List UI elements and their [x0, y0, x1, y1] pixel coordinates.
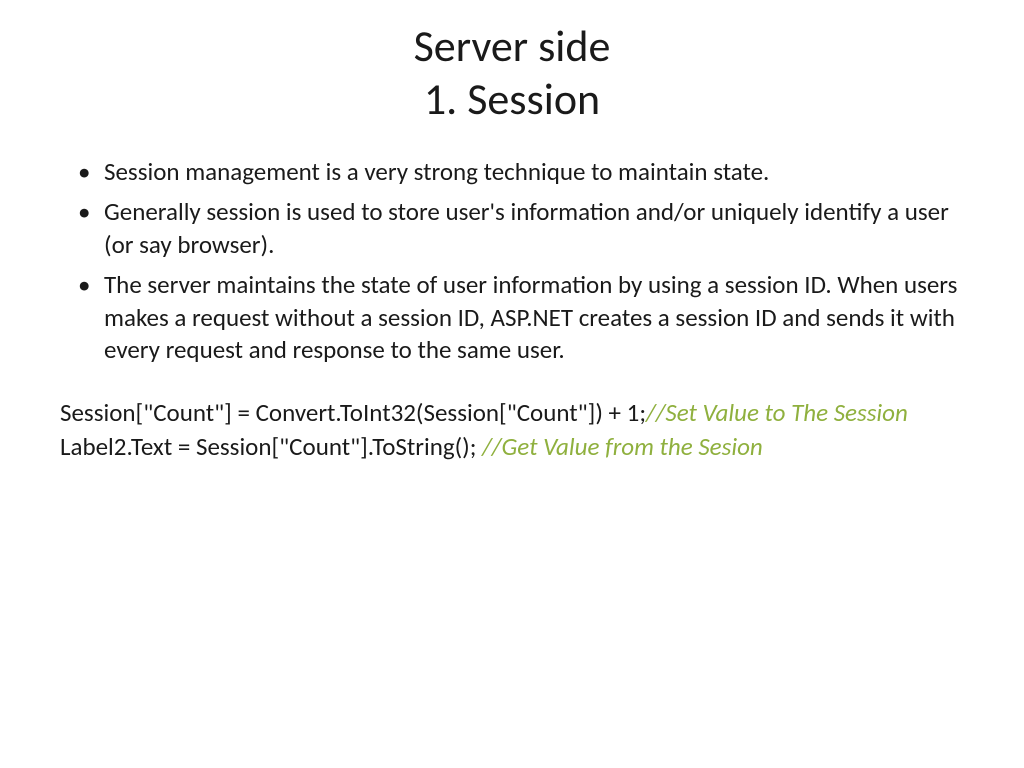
bullet-item: Session management is a very strong tech… — [60, 156, 964, 189]
title-line-1: Server side — [60, 20, 964, 73]
code-text: Session["Count"] = Convert.ToInt32(Sessi… — [60, 397, 646, 428]
bullet-item: Generally session is used to store user'… — [60, 196, 964, 261]
slide-content: Session management is a very strong tech… — [60, 156, 964, 464]
bullet-item: The server maintains the state of user i… — [60, 269, 964, 367]
code-text: Label2.Text = Session["Count"].ToString(… — [60, 431, 482, 462]
code-comment: //Set Value to The Session — [646, 397, 908, 428]
code-example: Session["Count"] = Convert.ToInt32(Sessi… — [60, 397, 964, 464]
code-line-2: Label2.Text = Session["Count"].ToString(… — [104, 431, 964, 464]
code-line-1: Session["Count"] = Convert.ToInt32(Sessi… — [104, 397, 964, 430]
bullet-list: Session management is a very strong tech… — [60, 156, 964, 367]
slide-title: Server side 1. Session — [60, 20, 964, 126]
code-comment: //Get Value from the Sesion — [482, 431, 763, 462]
title-line-2: 1. Session — [60, 73, 964, 126]
